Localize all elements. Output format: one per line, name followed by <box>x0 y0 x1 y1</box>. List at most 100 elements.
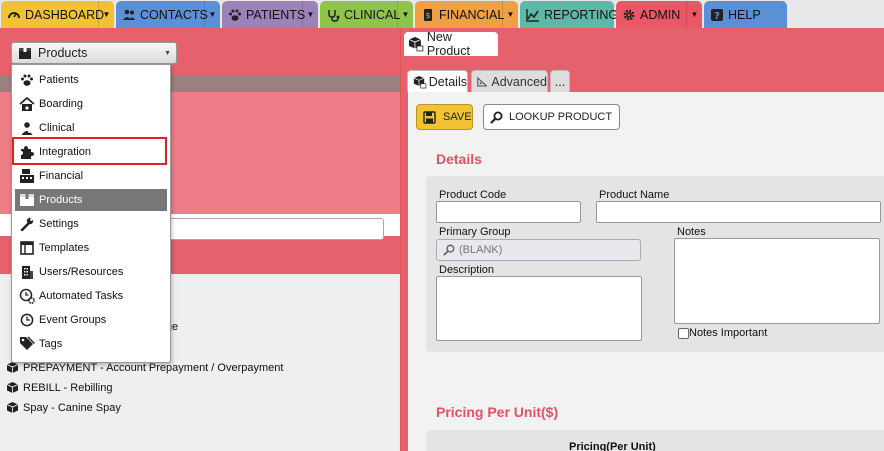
primary-group-select[interactable]: (BLANK) <box>436 239 641 261</box>
svg-text:?: ? <box>714 11 720 22</box>
chevron-down-icon[interactable]: ▼ <box>302 1 318 28</box>
tags-icon <box>19 336 35 352</box>
nav-tab-help[interactable]: ? HELP <box>704 1 787 28</box>
product-filter-input[interactable] <box>160 218 384 240</box>
search-icon <box>443 244 455 256</box>
template-icon <box>19 240 35 256</box>
chevron-down-icon[interactable]: ▼ <box>502 1 518 28</box>
nav-tab-dashboard[interactable]: DASHBOARD ▼ <box>1 1 114 28</box>
paw-icon <box>228 8 242 22</box>
menu-item-label: Boarding <box>39 98 84 110</box>
highlight-annotation <box>12 137 167 165</box>
menu-item-clinical[interactable]: Clinical <box>15 117 167 139</box>
chevron-down-icon[interactable]: ▼ <box>686 1 702 28</box>
menu-item-templates[interactable]: Templates <box>15 237 167 259</box>
people-icon <box>122 8 136 22</box>
menu-item-patients[interactable]: Patients <box>15 69 167 91</box>
list-item-label: PREPAYMENT - Account Prepayment / Overpa… <box>23 361 284 374</box>
floppy-disk-icon <box>423 110 436 124</box>
product-code-input[interactable] <box>436 201 581 223</box>
nav-tab-clinical[interactable]: CLINICAL ▼ <box>320 1 413 28</box>
menu-item-settings[interactable]: Settings <box>15 213 167 235</box>
notes-important-label: Notes Important <box>689 327 768 339</box>
nav-tab-label: FINANCIAL <box>439 7 505 22</box>
notes-label: Notes <box>677 226 706 238</box>
description-label: Description <box>439 264 495 276</box>
nav-tab-reporting[interactable]: REPORTING <box>520 1 618 28</box>
box-icon <box>19 47 31 59</box>
save-button[interactable]: SAVE <box>416 104 473 130</box>
cash-icon: $ <box>421 8 435 22</box>
notes-important-checkbox[interactable] <box>678 328 689 339</box>
pricing-column-header: Pricing(Per Unit) <box>569 441 656 451</box>
paw-icon <box>19 72 35 88</box>
menu-item-label: Financial <box>39 170 84 182</box>
speedometer-icon <box>7 8 21 22</box>
menu-item-label: Users/Resources <box>39 266 124 278</box>
tab-label: Details <box>428 74 467 89</box>
menu-item-label: Event Groups <box>39 314 107 326</box>
line-chart-icon <box>526 8 540 22</box>
nav-tab-label: ADMIN <box>640 7 681 22</box>
menu-item-event-groups[interactable]: Event Groups <box>15 309 167 331</box>
box-icon <box>19 192 35 208</box>
nav-tab-label: PATIENTS <box>246 7 306 22</box>
list-item-label: REBILL - Rebilling <box>23 381 113 394</box>
chevron-down-icon: ▼ <box>164 50 171 57</box>
menu-item-label: Automated Tasks <box>39 290 124 302</box>
save-button-label: SAVE <box>443 111 472 123</box>
menu-item-financial[interactable]: Financial <box>15 165 167 187</box>
svg-text:$: $ <box>425 11 430 20</box>
menu-item-tags[interactable]: Tags <box>15 333 167 355</box>
list-item-label: Spay - Canine Spay <box>23 401 121 414</box>
menu-item-label: Settings <box>39 218 79 230</box>
tab-label: ... <box>554 74 566 89</box>
menu-item-label: Templates <box>39 242 90 254</box>
nav-tab-label: CONTACTS <box>140 7 208 22</box>
document-tab-new-product[interactable]: New Product <box>404 30 498 58</box>
category-select-value: Products <box>38 46 88 60</box>
doctor-icon <box>19 120 35 136</box>
tab-more[interactable]: ... <box>550 70 570 92</box>
house-paw-icon <box>19 96 35 112</box>
nav-tab-financial[interactable]: $ FINANCIAL ▼ <box>415 1 518 28</box>
cube-icon <box>6 402 19 413</box>
clock-gear-icon <box>19 288 35 304</box>
chevron-down-icon[interactable]: ▼ <box>397 1 413 28</box>
pricing-section-title: Pricing Per Unit($) <box>436 404 559 420</box>
product-name-input[interactable] <box>596 201 881 223</box>
list-item[interactable]: Spay - Canine Spay <box>6 401 121 414</box>
stethoscope-icon <box>326 8 340 22</box>
chevron-down-icon[interactable]: ▼ <box>98 1 114 28</box>
building-icon <box>19 264 35 280</box>
nav-tab-admin[interactable]: ADMIN ▼ <box>616 1 702 28</box>
list-item[interactable]: REBILL - Rebilling <box>6 381 112 394</box>
cash-register-icon <box>19 168 35 184</box>
menu-item-label: Products <box>39 194 83 206</box>
description-textarea[interactable] <box>436 276 642 341</box>
tab-details[interactable]: Details <box>407 70 468 92</box>
primary-group-value: (BLANK) <box>459 244 503 256</box>
nav-tab-patients[interactable]: PATIENTS ▼ <box>222 1 318 28</box>
nav-tab-contacts[interactable]: CONTACTS ▼ <box>116 1 220 28</box>
category-select[interactable]: Products ▼ <box>11 42 177 64</box>
chevron-down-icon[interactable]: ▼ <box>204 1 220 28</box>
menu-item-products[interactable]: Products <box>15 189 167 211</box>
lookup-product-button[interactable]: LOOKUP PRODUCT <box>483 104 620 130</box>
lookup-button-label: LOOKUP PRODUCT <box>509 111 613 123</box>
menu-item-automated-tasks[interactable]: Automated Tasks <box>15 285 167 307</box>
tab-label: Advanced <box>491 74 547 89</box>
tab-advanced[interactable]: Advanced <box>471 70 548 92</box>
details-section-title: Details <box>436 151 482 167</box>
product-name-label: Product Name <box>599 189 670 201</box>
notes-textarea[interactable] <box>674 238 880 324</box>
top-navigation: DASHBOARD ▼ CONTACTS ▼ PATIENTS ▼ CLINIC… <box>0 0 884 28</box>
menu-item-users-resources[interactable]: Users/Resources <box>15 261 167 283</box>
help-icon: ? <box>710 8 724 22</box>
menu-item-boarding[interactable]: Boarding <box>15 93 167 115</box>
search-icon <box>490 111 503 124</box>
triangle-ruler-icon <box>477 76 488 87</box>
nav-tab-label: REPORTING <box>544 7 619 22</box>
clock-icon <box>19 312 35 328</box>
menu-item-label: Clinical <box>39 122 75 134</box>
